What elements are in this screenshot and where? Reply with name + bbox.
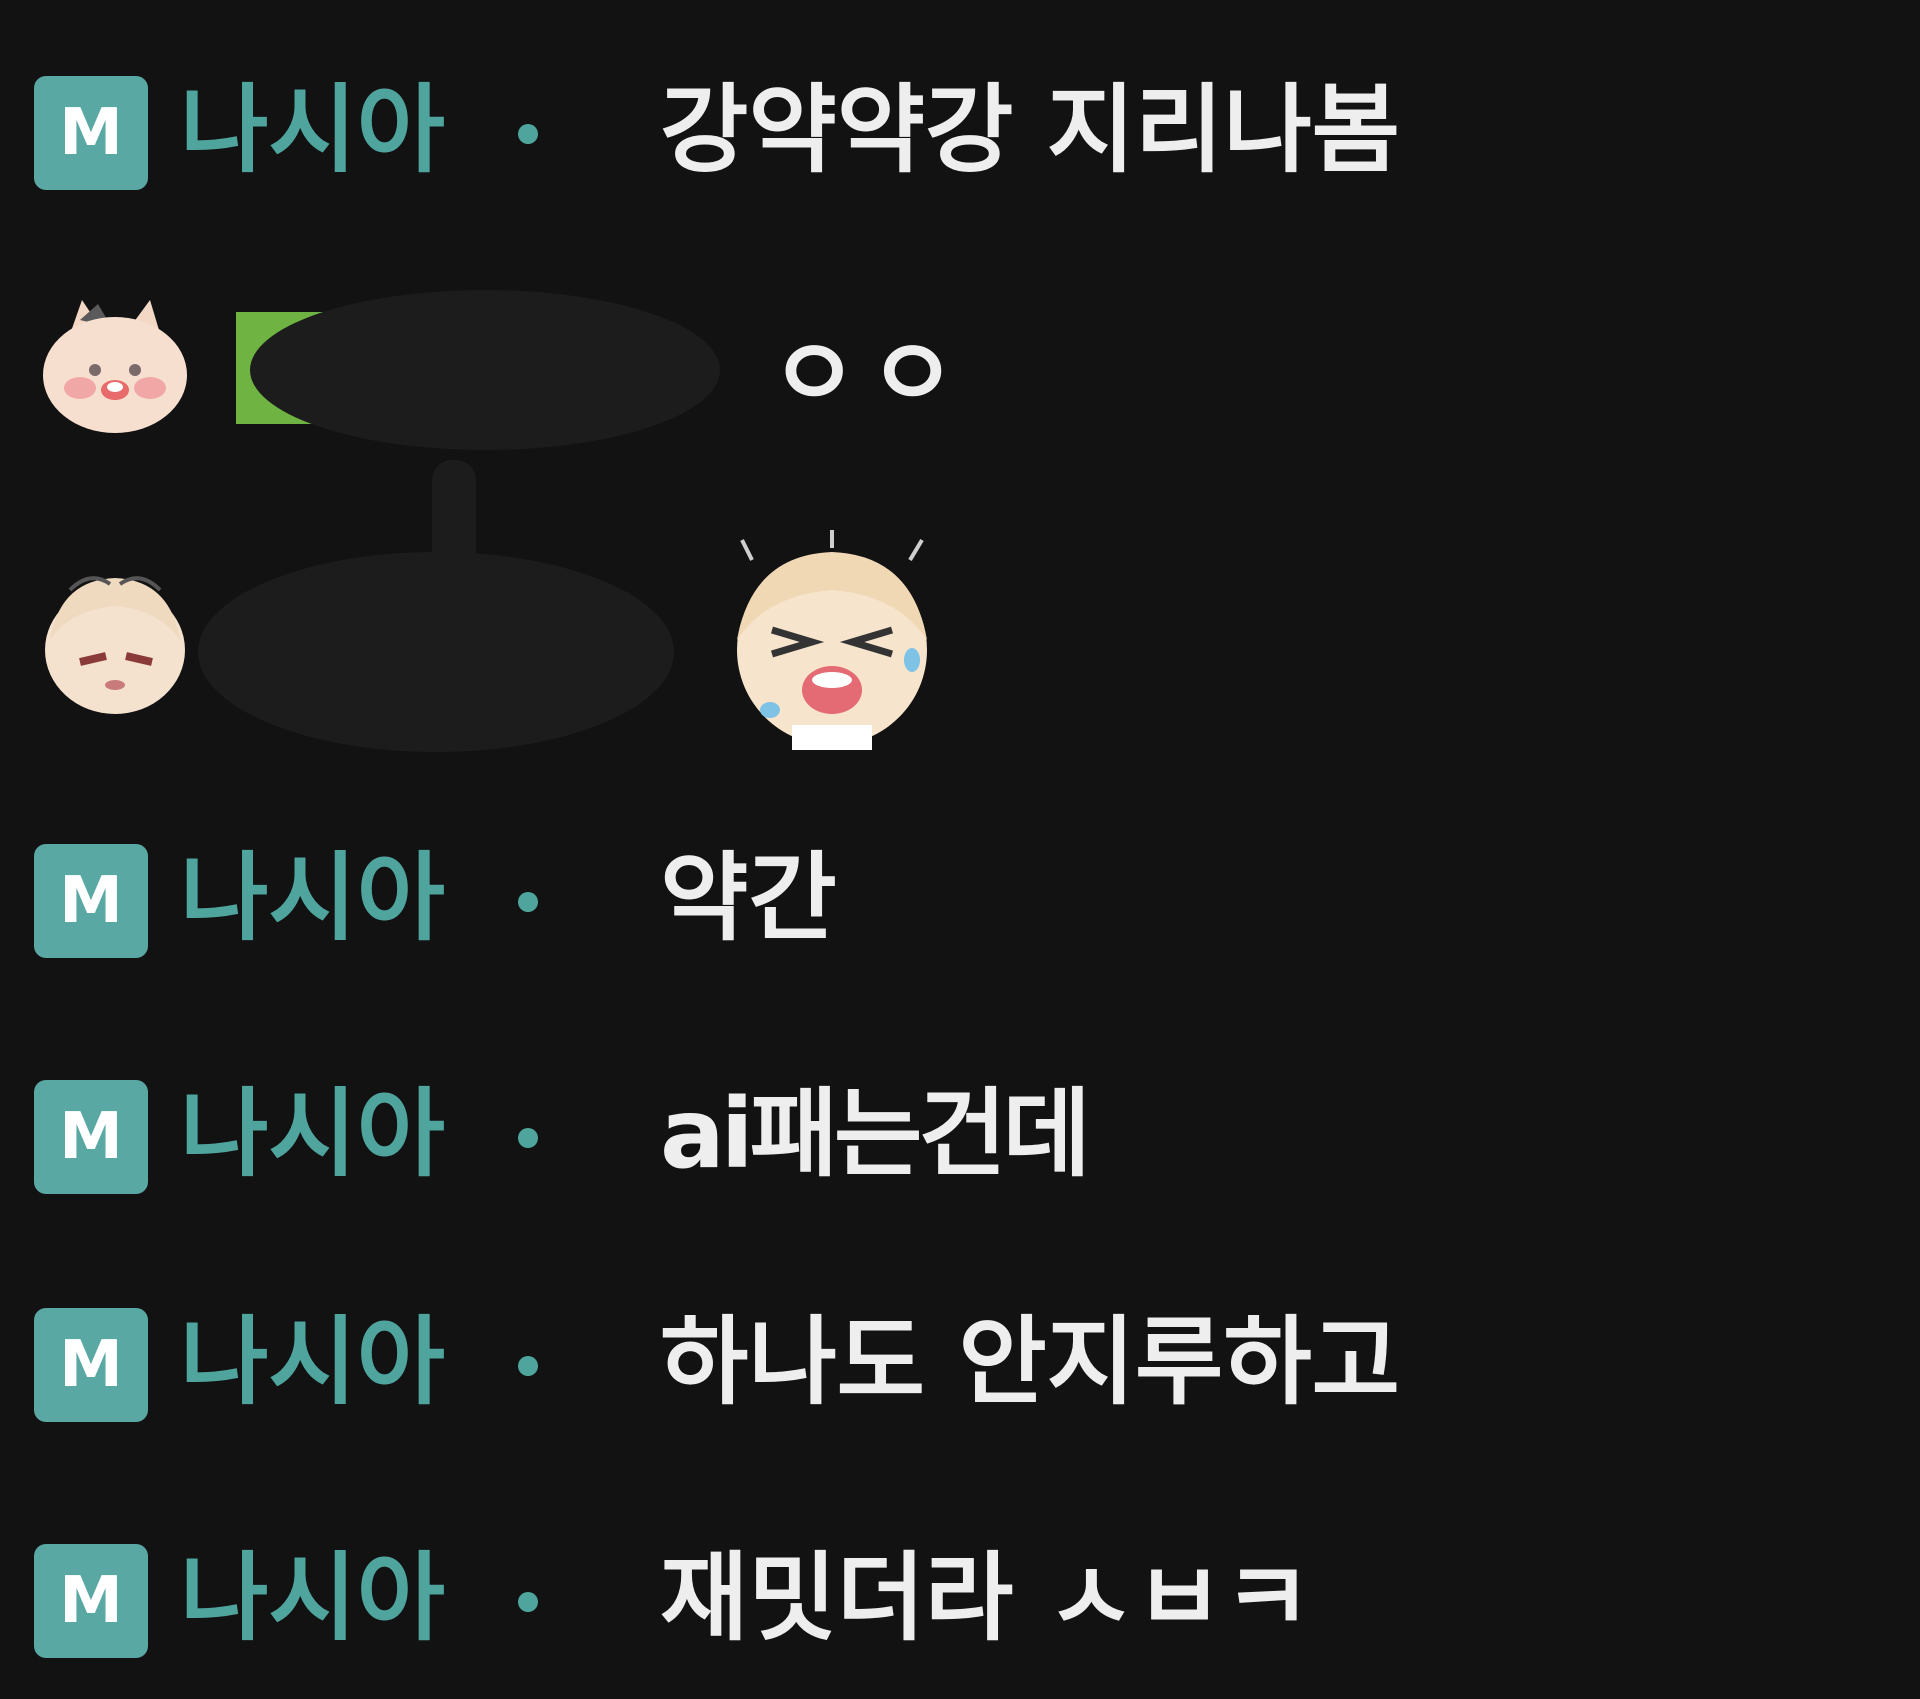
message-text: 하나도 안지루하고 xyxy=(660,1306,1400,1418)
username[interactable]: 나시아 xyxy=(180,1314,445,1410)
anime-girl-avatar xyxy=(45,576,185,714)
message-text: 재밋더라 ㅅㅂㅋ xyxy=(660,1542,1312,1654)
manager-badge: M xyxy=(34,1544,148,1658)
cat-emoticon-avatar xyxy=(43,300,187,433)
username[interactable]: 나시아 xyxy=(180,1086,445,1182)
separator-dot xyxy=(518,124,538,144)
chat-log: M 나시아 강약약강 지리나봄 ㅇㅇ M 나시아 약간 M 나시아 ai패는건데… xyxy=(0,0,1920,1699)
chat-message: M 나시아 ai패는건데 xyxy=(0,1072,1920,1202)
chat-message: M 나시아 재밋더라 ㅅㅂㅋ xyxy=(0,1536,1920,1666)
chat-message: M 나시아 하나도 안지루하고 xyxy=(0,1300,1920,1430)
manager-badge: M xyxy=(34,844,148,958)
redacted-username xyxy=(250,290,720,450)
manager-badge: M xyxy=(34,1308,148,1422)
chat-message: M 나시아 약간 xyxy=(0,836,1920,966)
separator-dot xyxy=(518,1592,538,1612)
manager-badge: M xyxy=(34,1080,148,1194)
username[interactable]: 나시아 xyxy=(180,850,445,946)
chat-message: M 나시아 강약약강 지리나봄 xyxy=(0,68,1920,198)
chat-message xyxy=(0,530,1920,760)
separator-dot xyxy=(518,892,538,912)
username[interactable]: 나시아 xyxy=(180,82,445,178)
chat-message: ㅇㅇ xyxy=(0,290,1920,450)
manager-badge: M xyxy=(34,76,148,190)
message-text: ㅇㅇ xyxy=(770,318,967,430)
message-text: 강약약강 지리나봄 xyxy=(660,74,1400,186)
message-text: 약간 xyxy=(660,842,837,954)
separator-dot xyxy=(518,1128,538,1148)
separator-dot xyxy=(518,1356,538,1376)
message-text: ai패는건데 xyxy=(660,1078,1091,1190)
crying-girl-sticker xyxy=(737,530,927,750)
redacted-username xyxy=(198,552,674,752)
username[interactable]: 나시아 xyxy=(180,1550,445,1646)
